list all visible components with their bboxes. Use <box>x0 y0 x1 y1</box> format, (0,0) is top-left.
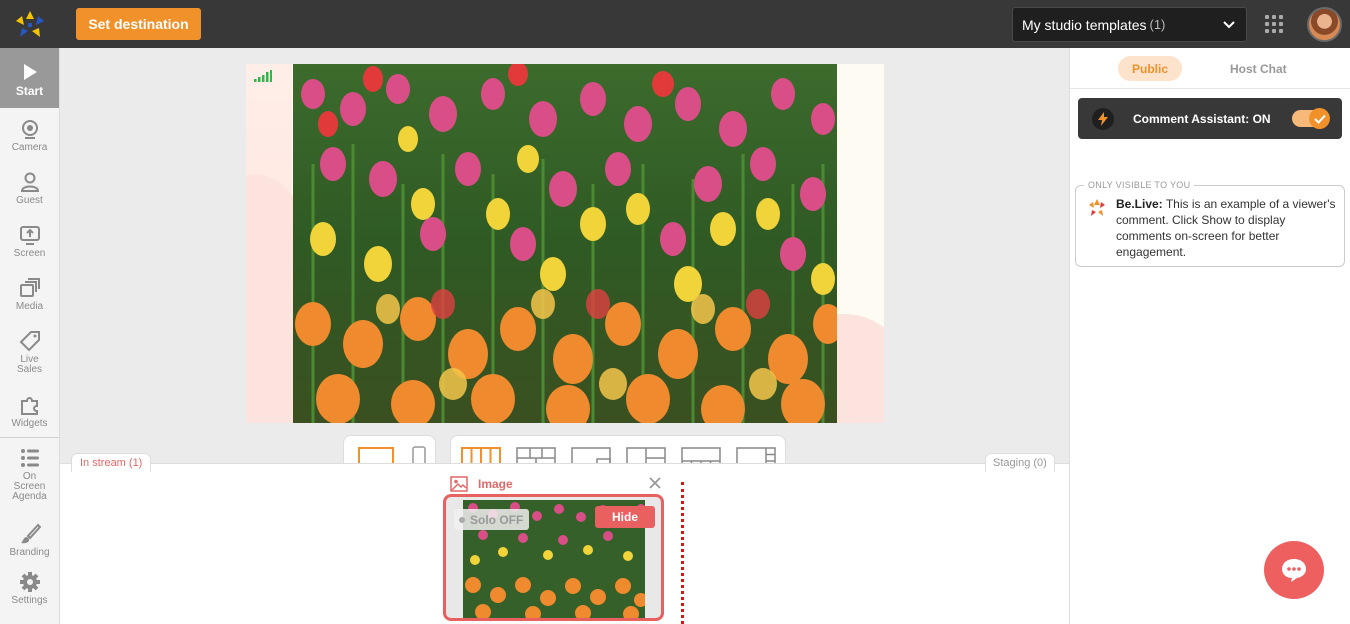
sidebar-item-start[interactable]: Start <box>0 48 59 108</box>
tab-public[interactable]: Public <box>1118 56 1182 81</box>
sidebar-item-label: Live Sales <box>16 354 42 375</box>
comment-body: Be.Live: This is an example of a viewer'… <box>1116 196 1336 260</box>
sidebar-item-label: On Screen Agenda <box>12 471 47 502</box>
sidebar-item-live-sales[interactable]: Live Sales <box>0 330 59 375</box>
sidebar-item-widgets[interactable]: Widgets <box>0 394 59 429</box>
assistant-label: Comment Assistant: ON <box>1133 112 1271 126</box>
media-icon <box>19 278 40 297</box>
comment-assistant-bar: Comment Assistant: ON <box>1078 98 1342 139</box>
check-icon <box>1309 108 1330 129</box>
view-mode-selector <box>343 435 436 471</box>
list-icon <box>20 449 39 467</box>
stage-area <box>60 48 1069 463</box>
sidebar-item-guest[interactable]: Guest <box>0 171 59 206</box>
chevron-down-icon <box>1223 21 1235 29</box>
sidebar-item-label: Screen <box>13 248 46 259</box>
screen-share-icon <box>19 226 40 245</box>
tulips-image <box>293 64 837 423</box>
media-card[interactable]: Solo OFF Hide <box>443 494 664 621</box>
camera-icon <box>21 120 38 139</box>
apps-grid-icon[interactable] <box>1265 15 1283 33</box>
belive-logo-icon <box>1089 199 1105 216</box>
sidebar-item-label: Branding <box>9 547 50 558</box>
sidebar-item-media[interactable]: Media <box>0 277 59 312</box>
lightning-icon <box>1092 108 1114 130</box>
stream-canvas[interactable] <box>246 64 884 423</box>
sidebar-item-label: Guest <box>16 195 43 206</box>
comment-author: Be.Live: <box>1116 197 1163 211</box>
templates-count: (1) <box>1149 17 1166 32</box>
media-card-header: Image <box>450 476 513 492</box>
app-logo-icon[interactable] <box>14 9 46 41</box>
sidebar-item-label: Settings <box>11 595 48 606</box>
puzzle-icon <box>20 397 38 415</box>
sidebar: Start Camera Guest Screen Media Live Sal… <box>0 48 60 624</box>
sidebar-item-camera[interactable]: Camera <box>0 118 59 153</box>
set-destination-button[interactable]: Set destination <box>76 8 201 40</box>
comments-panel: Public Host Chat Comment Assistant: ON O… <box>1069 48 1350 624</box>
tab-host-chat[interactable]: Host Chat <box>1230 62 1287 76</box>
user-avatar[interactable] <box>1307 7 1342 42</box>
solo-status-dot <box>459 516 465 523</box>
in-stream-tab[interactable]: In stream (1) <box>71 453 152 472</box>
brush-icon <box>20 523 41 544</box>
close-icon[interactable] <box>648 476 662 490</box>
tag-icon <box>19 331 40 352</box>
templates-label: My studio templates <box>1022 16 1147 33</box>
signal-strength-icon <box>254 70 272 82</box>
sidebar-item-label: Media <box>15 301 44 312</box>
solo-label: Solo OFF <box>470 512 524 527</box>
layout-selector <box>450 435 786 469</box>
comment-visibility-note: ONLY VISIBLE TO YOU <box>1084 180 1195 190</box>
chat-bubble-icon <box>1282 559 1306 582</box>
chat-support-button[interactable] <box>1264 541 1324 599</box>
studio-templates-dropdown[interactable]: My studio templates (1) <box>1012 7 1247 42</box>
sidebar-divider <box>0 437 59 438</box>
staging-tab[interactable]: Staging (0) <box>985 453 1055 472</box>
chat-tabs: Public Host Chat <box>1070 48 1350 89</box>
gear-icon <box>19 572 40 592</box>
solo-toggle[interactable]: Solo OFF <box>454 509 530 530</box>
assistant-toggle[interactable] <box>1292 108 1330 129</box>
media-card-title: Image <box>478 477 513 491</box>
sidebar-item-settings[interactable]: Settings <box>0 571 59 606</box>
image-icon <box>450 476 468 492</box>
person-icon <box>20 172 39 192</box>
sidebar-item-label: Start <box>15 83 44 98</box>
hide-button[interactable]: Hide <box>595 506 655 528</box>
sidebar-item-screen[interactable]: Screen <box>0 224 59 259</box>
sidebar-item-label: Camera <box>11 142 48 153</box>
example-comment: ONLY VISIBLE TO YOU Be.Live: This is an … <box>1075 180 1345 267</box>
sidebar-item-label: Widgets <box>11 418 48 429</box>
top-bar: Set destination My studio templates (1) <box>0 0 1350 48</box>
sidebar-item-branding[interactable]: Branding <box>0 523 59 558</box>
play-icon <box>23 63 37 80</box>
sidebar-item-on-screen-agenda[interactable]: On Screen Agenda <box>0 447 59 502</box>
drop-indicator-line <box>681 482 684 624</box>
